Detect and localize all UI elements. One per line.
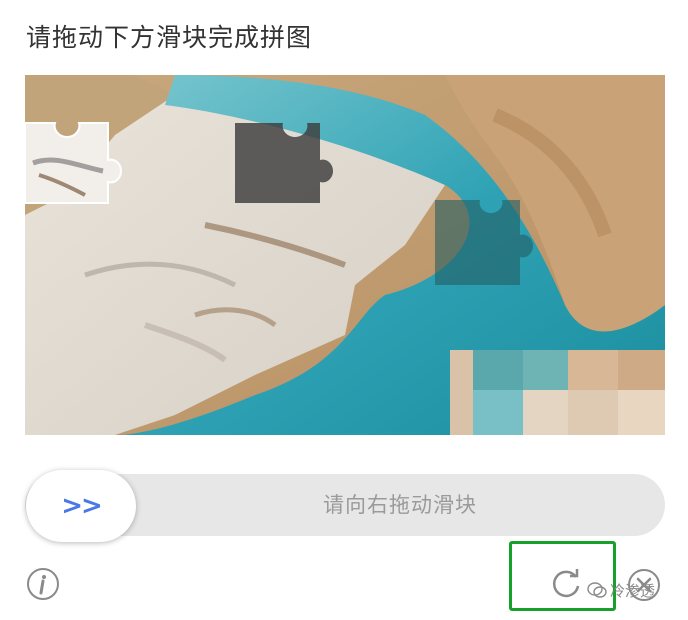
captcha-title: 请拖动下方滑块完成拼图 [26,23,313,52]
puzzle-piece[interactable] [25,122,123,204]
double-chevron-right-icon: >> [61,491,103,521]
puzzle-image [25,75,665,435]
close-icon[interactable] [627,568,661,602]
slider-handle[interactable]: >> [26,470,136,542]
puzzle-background [25,75,665,435]
wechat-icon [587,582,607,598]
info-icon[interactable] [26,567,60,601]
refresh-icon[interactable] [549,566,583,600]
